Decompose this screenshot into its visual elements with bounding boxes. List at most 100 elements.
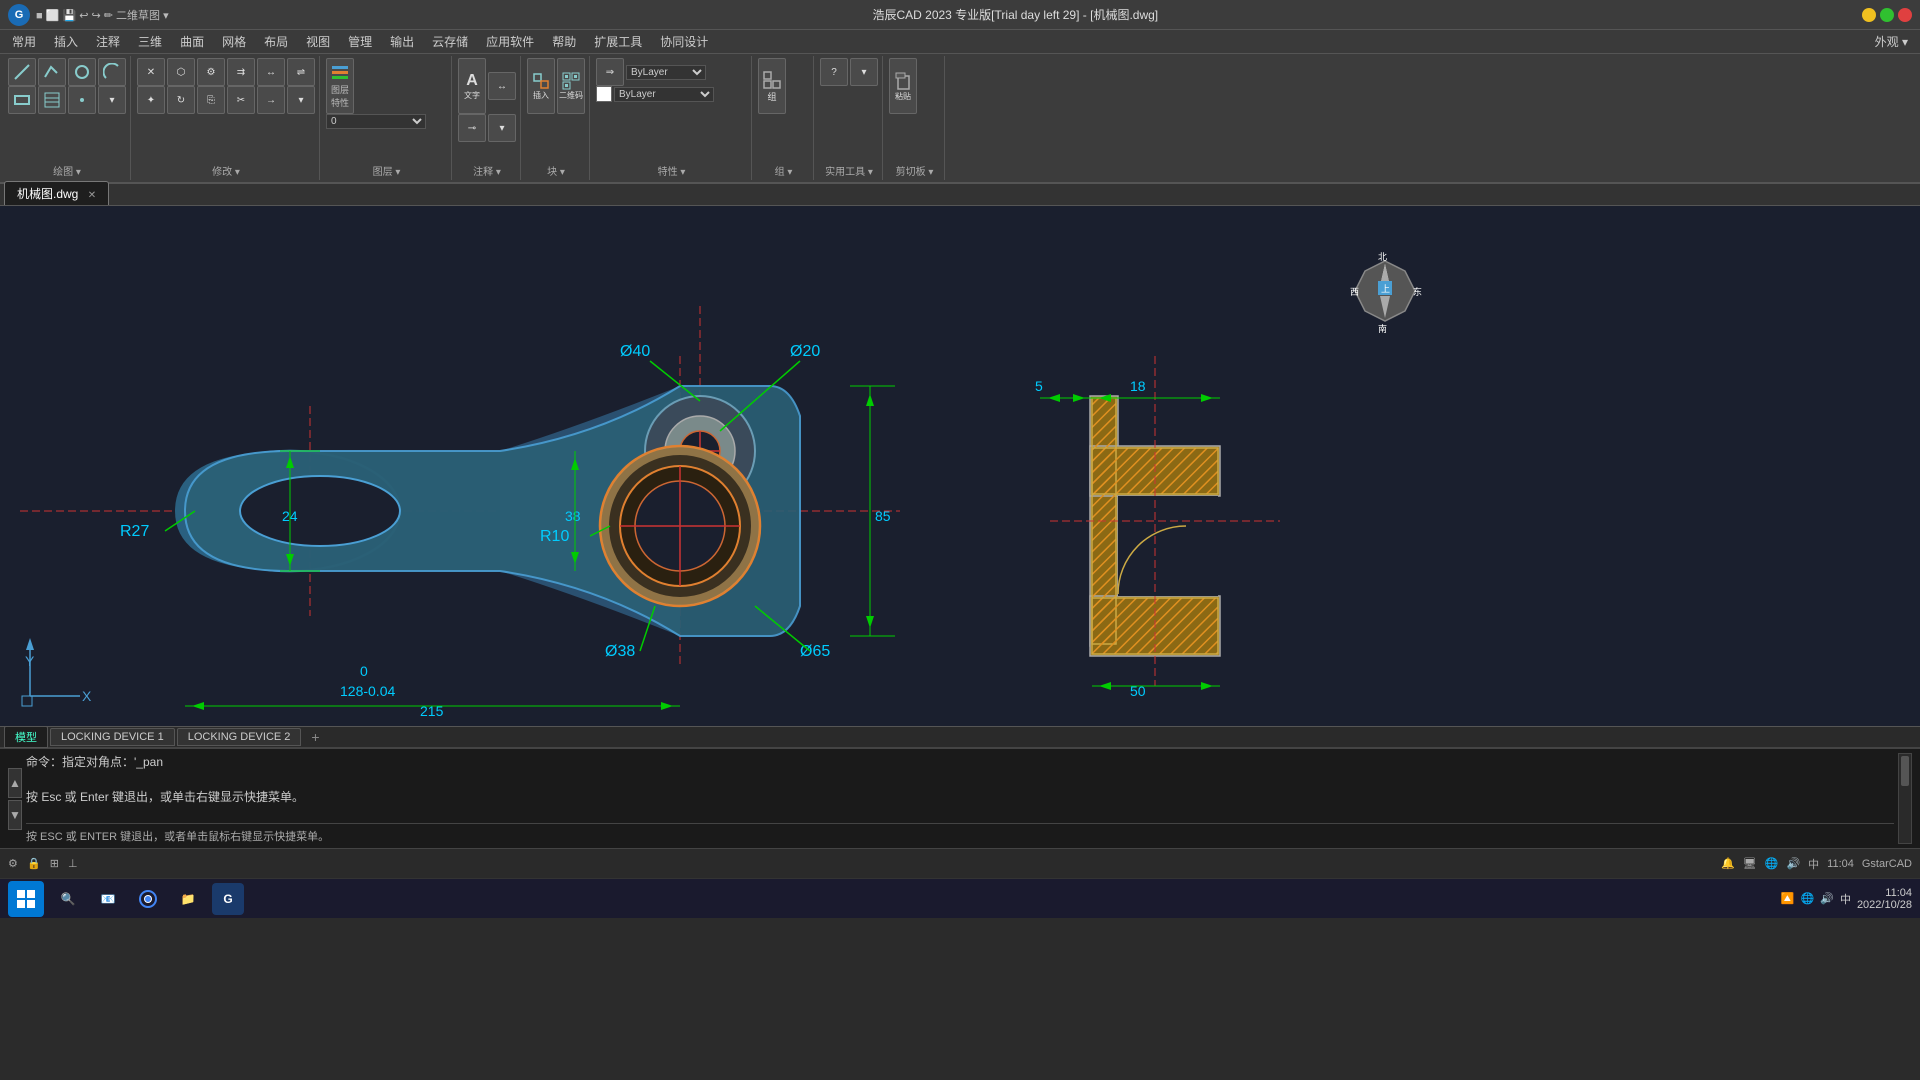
menu-item-外观[interactable]: 外观 ▾ bbox=[1867, 31, 1916, 52]
status-shortcuts: ⚙ 🔒 ⊞ ⊥ bbox=[8, 857, 78, 870]
taskbar-gstarcad[interactable]: G bbox=[212, 883, 244, 915]
tool-dimension[interactable]: ⊸ bbox=[458, 114, 486, 142]
tab-drawing[interactable]: 机械图.dwg ✕ bbox=[4, 181, 109, 205]
layer-dropdown[interactable]: 0 bbox=[326, 114, 426, 129]
svg-text:R27: R27 bbox=[120, 523, 149, 540]
start-button[interactable] bbox=[8, 881, 44, 917]
toolbar-row: ⇒ ByLayer bbox=[596, 58, 747, 86]
toolbar-group-layer: 图层特性 0 图层 ▾ bbox=[322, 56, 452, 180]
tab-close-button[interactable]: ✕ bbox=[88, 190, 96, 201]
svg-text:18: 18 bbox=[1130, 378, 1146, 394]
taskbar-chrome[interactable] bbox=[132, 883, 164, 915]
tool-more-utility[interactable]: ▾ bbox=[850, 58, 878, 86]
menu-bar: 常用 插入 注释 三维 曲面 网格 布局 视图 管理 输出 云存储 应用软件 帮… bbox=[0, 30, 1920, 54]
tool-circle[interactable] bbox=[68, 58, 96, 86]
linetype-dropdown[interactable]: ByLayer bbox=[614, 87, 714, 102]
tool-more-drawing[interactable]: ▾ bbox=[98, 86, 126, 114]
command-line2: 按 Esc 或 Enter 键退出，或单击右键显示快捷菜单。 bbox=[26, 788, 1894, 805]
menu-item-布局[interactable]: 布局 bbox=[256, 31, 296, 52]
status-notify-icon: 🔔 bbox=[1721, 857, 1735, 870]
toolbar-row: 图层特性 bbox=[326, 58, 447, 114]
taskbar-lang: 中 bbox=[1840, 891, 1851, 907]
tool-match-properties[interactable]: ⇒ bbox=[596, 58, 624, 86]
menu-item-应用软件[interactable]: 应用软件 bbox=[478, 31, 542, 52]
tool-copy[interactable]: ⎘ bbox=[197, 86, 225, 114]
settings-icon[interactable]: ⚙ bbox=[8, 858, 18, 870]
taskbar-time: 11:04 bbox=[1857, 887, 1912, 899]
tool-more-modify[interactable]: ▾ bbox=[287, 86, 315, 114]
status-grid-icon[interactable]: ⊞ bbox=[50, 858, 59, 870]
tool-trim[interactable]: ✂ bbox=[227, 86, 255, 114]
tool-group[interactable]: 组 bbox=[758, 58, 786, 114]
command-scroll-down[interactable]: ▼ bbox=[8, 800, 22, 830]
tool-line[interactable] bbox=[8, 58, 36, 86]
menu-item-常用[interactable]: 常用 bbox=[4, 31, 44, 52]
taskbar-volume-icon: 🔊 bbox=[1820, 892, 1834, 905]
menu-item-输出[interactable]: 输出 bbox=[382, 31, 422, 52]
tab-bar: 机械图.dwg ✕ bbox=[0, 184, 1920, 206]
command-line1: 命令：指定对角点：'_pan bbox=[26, 753, 1894, 770]
svg-text:85: 85 bbox=[875, 508, 891, 524]
status-ortho-icon[interactable]: ⊥ bbox=[68, 858, 78, 870]
menu-item-协同设计[interactable]: 协同设计 bbox=[652, 31, 716, 52]
status-lang: 中 bbox=[1808, 856, 1819, 872]
tool-more-ann[interactable]: ▾ bbox=[488, 114, 516, 142]
tool-text[interactable]: A 文字 bbox=[458, 58, 486, 114]
tool-point[interactable] bbox=[68, 86, 96, 114]
svg-text:R10: R10 bbox=[540, 528, 569, 545]
tool-offset[interactable]: ⇉ bbox=[227, 58, 255, 86]
tool-move[interactable]: ✦ bbox=[137, 86, 165, 114]
command-scrollbar[interactable] bbox=[1898, 753, 1912, 844]
taskbar-mail[interactable]: 📧 bbox=[92, 883, 124, 915]
group-label-group: 组 ▾ bbox=[758, 161, 809, 178]
menu-item-三维[interactable]: 三维 bbox=[130, 31, 170, 52]
tool-extend[interactable]: → bbox=[257, 86, 285, 114]
tool-paste[interactable]: 粘贴 bbox=[889, 58, 917, 114]
menu-item-网格[interactable]: 网格 bbox=[214, 31, 254, 52]
tool-mirror[interactable]: ⇌ bbox=[287, 58, 315, 86]
maximize-button[interactable] bbox=[1880, 8, 1894, 22]
tool-layout[interactable]: ⚙ bbox=[197, 58, 225, 86]
tool-rect[interactable] bbox=[8, 86, 36, 114]
svg-text:Ø38: Ø38 bbox=[605, 643, 635, 660]
status-time: 11:04 bbox=[1827, 858, 1854, 870]
tool-rotate[interactable]: ↻ bbox=[167, 86, 195, 114]
taskbar-folder[interactable]: 📁 bbox=[172, 883, 204, 915]
menu-item-曲面[interactable]: 曲面 bbox=[172, 31, 212, 52]
btab-locking2[interactable]: LOCKING DEVICE 2 bbox=[177, 728, 302, 746]
btab-add-button[interactable]: + bbox=[303, 727, 327, 747]
drawing-svg: Ø40 Ø20 R27 R10 24 38 85 Ø38 bbox=[0, 206, 1920, 726]
close-button[interactable] bbox=[1898, 8, 1912, 22]
group-label-drawing: 绘图 ▾ bbox=[8, 161, 126, 178]
tool-stretch[interactable]: ↔ bbox=[257, 58, 285, 86]
menu-item-插入[interactable]: 插入 bbox=[46, 31, 86, 52]
tool-layer-properties[interactable]: 图层特性 bbox=[326, 58, 354, 114]
command-scroll-up[interactable]: ▲ bbox=[8, 768, 22, 798]
taskbar-right: 🔼 🌐 🔊 中 11:04 2022/10/28 bbox=[1781, 887, 1912, 911]
svg-text:38: 38 bbox=[565, 508, 581, 524]
menu-item-视图[interactable]: 视图 bbox=[298, 31, 338, 52]
btab-model[interactable]: 模型 bbox=[4, 726, 48, 748]
btab-locking1[interactable]: LOCKING DEVICE 1 bbox=[50, 728, 175, 746]
menu-item-扩展工具[interactable]: 扩展工具 bbox=[586, 31, 650, 52]
tool-delete[interactable]: ✕ bbox=[137, 58, 165, 86]
color-dropdown[interactable]: ByLayer bbox=[626, 65, 706, 80]
tool-qrcode[interactable]: 二维码 bbox=[557, 58, 585, 114]
canvas-area[interactable]: Ai bbox=[0, 206, 1920, 726]
color-swatch bbox=[596, 86, 612, 102]
svg-text:Ø40: Ø40 bbox=[620, 343, 650, 360]
toolbar-group-group: 组 组 ▾ bbox=[754, 56, 814, 180]
taskbar-search[interactable]: 🔍 bbox=[52, 883, 84, 915]
tool-hatch[interactable] bbox=[38, 86, 66, 114]
menu-item-帮助[interactable]: 帮助 bbox=[544, 31, 584, 52]
minimize-button[interactable] bbox=[1862, 8, 1876, 22]
tool-dimlinear[interactable]: ↔ bbox=[488, 72, 516, 100]
tool-query[interactable]: ? bbox=[820, 58, 848, 86]
tool-arc[interactable] bbox=[98, 58, 126, 86]
tool-insert-block[interactable]: 插入 bbox=[527, 58, 555, 114]
tool-decompose[interactable]: ⬡ bbox=[167, 58, 195, 86]
menu-item-云存储[interactable]: 云存储 bbox=[424, 31, 476, 52]
menu-item-注释[interactable]: 注释 bbox=[88, 31, 128, 52]
menu-item-管理[interactable]: 管理 bbox=[340, 31, 380, 52]
tool-polyline[interactable] bbox=[38, 58, 66, 86]
